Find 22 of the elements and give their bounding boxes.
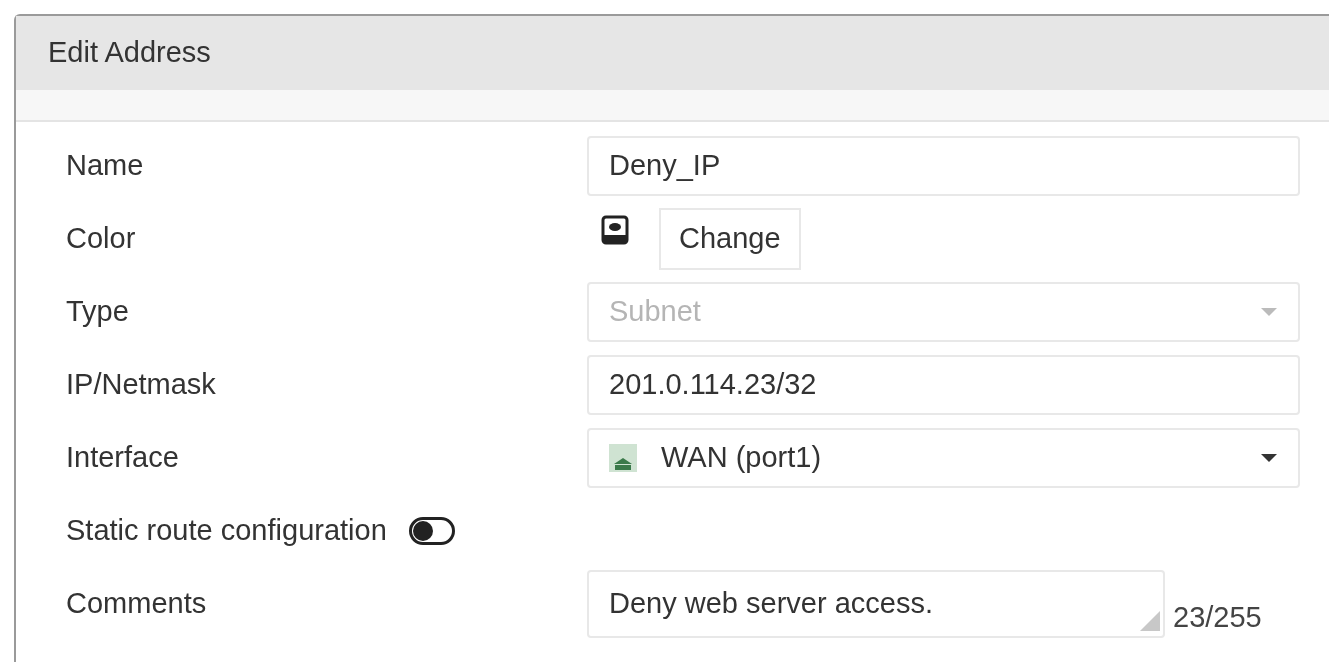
dialog-title: Edit Address	[48, 35, 211, 71]
toggle-switch[interactable]	[408, 516, 455, 545]
color-swatch-icon	[601, 214, 629, 245]
field-label: Interface	[66, 440, 179, 473]
resize-handle-icon[interactable]	[1139, 609, 1161, 632]
caret-icon	[1260, 452, 1278, 463]
field-label: Type	[66, 294, 129, 327]
dropdown-value: WAN (port1)	[661, 439, 822, 475]
caret-icon	[1260, 306, 1278, 317]
field-label: Name	[66, 148, 144, 181]
comments-field[interactable]: Deny web server access.	[587, 569, 1165, 638]
character-counter: 23/255	[1173, 599, 1262, 635]
dropdown[interactable]: WAN (port1)	[587, 427, 1300, 488]
text-input-field[interactable]: 201.0.114.23/32	[587, 354, 1300, 415]
comments-text: Deny web server access.	[609, 585, 933, 621]
field-label: Static route configuration	[66, 512, 387, 548]
field-label: Comments	[66, 586, 207, 619]
field-label: Color	[66, 221, 136, 254]
dropdown-value: Subnet	[609, 293, 701, 329]
change-button[interactable]: Change	[659, 207, 801, 270]
field-label: IP/Netmask	[66, 367, 216, 400]
text-input-field[interactable]: Deny_IP	[587, 135, 1300, 196]
